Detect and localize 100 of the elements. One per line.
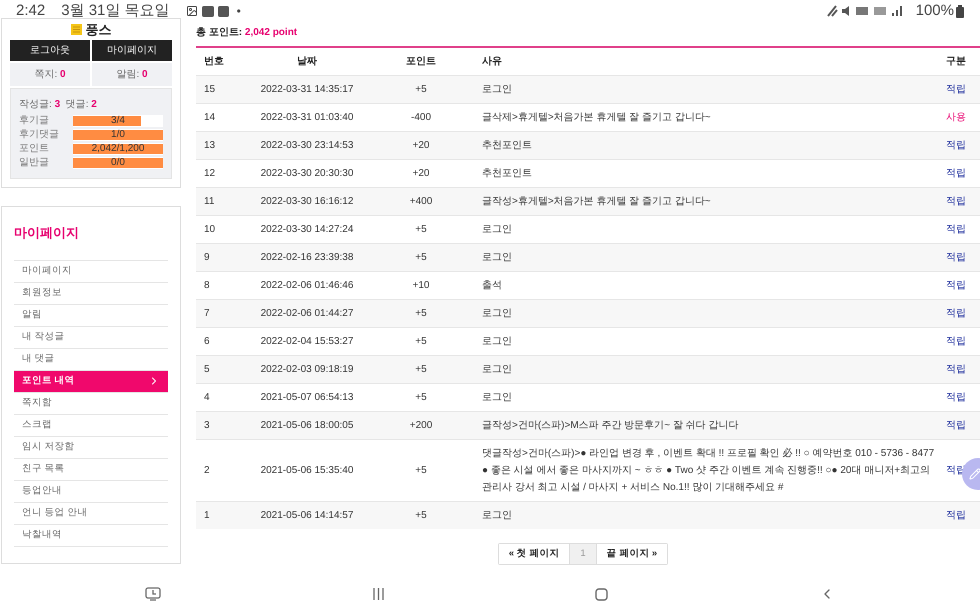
sidebar-item[interactable]: 내 작성글 <box>14 326 168 348</box>
column-header: 구분 <box>945 55 967 69</box>
table-cell-text: +5 <box>414 251 428 265</box>
total-points: 총 포인트: 2,042 point <box>196 26 298 40</box>
table-cell-text: 11 <box>203 195 216 209</box>
more-dot: • <box>236 3 241 20</box>
table-cell-text: 글작성>건마(스파)>M스파 주간 방문후기~ 잘 쉬다 갑니다 <box>481 419 740 433</box>
table-cell-text: 적립 <box>945 223 967 237</box>
table-cell-text: 사용 <box>945 111 967 125</box>
screen-time-icon[interactable] <box>145 587 162 601</box>
table-cell-text: 2021-05-06 15:35:40 <box>260 464 354 478</box>
table-cell-text: +5 <box>414 391 428 405</box>
profile-button[interactable]: 마이페이지 <box>92 40 172 61</box>
table-cell-text: 2022-02-06 01:46:46 <box>260 279 354 293</box>
sidebar-item[interactable]: 회원정보 <box>14 282 168 304</box>
table-cell-text: 글작성>휴게텔>처음가본 휴게텔 잘 즐기고 갑니다~ <box>481 195 712 209</box>
battery-level: 100% <box>916 0 954 21</box>
table-cell-text: 적립 <box>945 307 967 321</box>
meter-label: 포인트 <box>19 142 50 156</box>
table-cell-text: +10 <box>412 279 430 293</box>
sidebar-item[interactable]: 친구 목록 <box>14 458 168 480</box>
column-header: 사유 <box>481 55 503 69</box>
table-cell-text: 2022-03-30 23:14:53 <box>260 139 354 153</box>
sidebar-item[interactable]: 마이페이지 <box>14 260 168 282</box>
table-cell-text: 적립 <box>945 363 967 377</box>
page-link[interactable]: 끝 페이지 » <box>596 544 668 564</box>
table-cell-text: 7 <box>203 307 211 321</box>
sidebar-title: 마이페이지 <box>14 224 80 242</box>
table-cell-text: 추천포인트 <box>481 167 533 181</box>
table-cell-text: 4 <box>203 391 211 405</box>
table-cell-text: +200 <box>408 419 434 433</box>
table-cell-text: 적립 <box>945 509 967 523</box>
table-cell-text: +5 <box>414 307 428 321</box>
table-cell-text: 적립 <box>945 391 967 405</box>
sidebar-item[interactable]: 임시 저장함 <box>14 436 168 458</box>
sidebar-item[interactable]: 낙찰내역 <box>14 524 168 546</box>
meter-label: 후기댓글 <box>19 128 60 142</box>
table-cell-text: 적립 <box>945 83 967 97</box>
meter-label: 후기글 <box>19 114 50 128</box>
table-cell-text: 5 <box>203 363 211 377</box>
table-cell-text: 추천포인트 <box>481 139 533 153</box>
table-cell-text: 2021-05-06 18:00:05 <box>260 419 354 433</box>
meter-reading: 2,042/1,200 <box>90 142 146 154</box>
table-cell-text: 2022-03-31 01:03:40 <box>260 111 354 125</box>
table-cell-text: +20 <box>412 167 430 181</box>
sidebar-item[interactable]: 쪽지함 <box>14 392 168 414</box>
table-cell-text: 적립 <box>945 195 967 209</box>
meter-label: 일반글 <box>19 156 50 170</box>
table-cell-text: 2022-03-31 14:35:17 <box>260 83 354 97</box>
table-cell-text: 로그인 <box>481 307 513 321</box>
table-cell-text: +5 <box>414 335 428 349</box>
table-cell-text: 글삭제>휴게텔>처음가본 휴게텔 잘 즐기고 갑니다~ <box>481 111 712 125</box>
table-cell-text: 8 <box>203 279 211 293</box>
table-cell-text: 로그인 <box>481 223 513 237</box>
table-cell-text: 12 <box>203 167 216 181</box>
table-cell-text: +5 <box>414 83 428 97</box>
table-cell-text: 로그인 <box>481 391 513 405</box>
table-cell-text: 로그인 <box>481 335 513 349</box>
table-cell-text: 1 <box>203 509 211 523</box>
pencil-icon <box>969 468 980 480</box>
table-cell-text: 2022-03-30 16:16:12 <box>260 195 354 209</box>
column-header: 포인트 <box>405 55 437 69</box>
table-cell-text: +5 <box>414 223 428 237</box>
table-cell-text: 3 <box>203 419 211 433</box>
recent-apps-icon[interactable] <box>372 588 385 600</box>
table-cell-text: 출석 <box>481 279 503 293</box>
table-cell-text: 적립 <box>945 251 967 265</box>
meter-reading: 3/4 <box>110 114 126 126</box>
table-cell-text: +5 <box>414 464 428 478</box>
sidebar-item[interactable]: 알림 <box>14 304 168 326</box>
battery-icon <box>956 4 964 18</box>
count-label[interactable]: 알림: 0 <box>92 63 172 86</box>
meter-reading: 0/0 <box>110 156 126 168</box>
home-icon[interactable] <box>595 588 608 600</box>
table-cell-text: +5 <box>414 509 428 523</box>
clock: 2:42 <box>16 0 46 21</box>
table-cell-text: 2022-03-30 20:30:30 <box>260 167 354 181</box>
sidebar-item[interactable]: 등업안내 <box>14 480 168 502</box>
column-header: 번호 <box>203 55 225 69</box>
memo-icon <box>70 24 82 35</box>
post-stats: 작성글: 3 댓글: 2 <box>19 98 98 112</box>
column-header: 날짜 <box>296 55 318 69</box>
sidebar-item[interactable]: 언니 등업 안내 <box>14 502 168 524</box>
table-cell-text: 적립 <box>945 139 967 153</box>
sidebar-item[interactable]: 스크랩 <box>14 414 168 436</box>
meter-reading: 1/0 <box>110 128 126 140</box>
table-cell-text: 2022-02-04 15:53:27 <box>260 335 354 349</box>
table-cell-text: 2021-05-07 06:54:13 <box>260 391 354 405</box>
table-cell-text: 로그인 <box>481 251 513 265</box>
table-cell-text: 2021-05-06 14:14:57 <box>260 509 354 523</box>
username: 풍스 <box>86 20 112 39</box>
table-cell-text: 댓글작성>건마(스파)>● 라인업 변경 후 , 이벤트 확대 !! 프로필 확인 必 !! ○ 예약번호 010 - 5736 - 8477 ● 좋은 시설 에서 좋은 마사지까지 ~ ㅎㅎ ● Two 샷 주간 이벤트 계속 진행중!! ○● 20대 매니저+최고의관리사 강서 최고 시설 / 마사지 + 서비스 No.1!! 많이 기대해주세요 # <box>481 446 936 495</box>
table-cell-text: 로그인 <box>481 509 513 523</box>
sidebar-item[interactable]: 포인트 내역 <box>14 370 168 392</box>
table-cell-text: 2022-03-30 14:27:24 <box>260 223 354 237</box>
count-label[interactable]: 쪽지: 0 <box>10 63 90 86</box>
table-cell-text: 15 <box>203 83 216 97</box>
profile-button[interactable]: 로그아웃 <box>10 40 90 61</box>
table-cell-text: 6 <box>203 335 211 349</box>
table-cell-text: +20 <box>412 139 430 153</box>
